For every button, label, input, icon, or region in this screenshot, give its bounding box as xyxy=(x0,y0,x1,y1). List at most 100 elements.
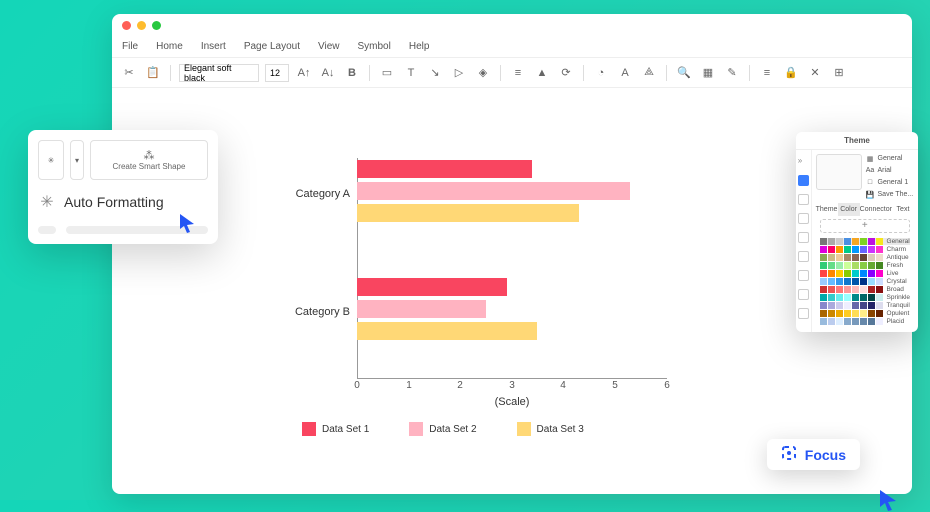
add-theme-button[interactable]: + xyxy=(820,219,910,233)
swatch-row[interactable]: General xyxy=(820,238,910,245)
menu-insert[interactable]: Insert xyxy=(201,41,226,52)
x-axis xyxy=(357,378,667,379)
theme-tab-text[interactable]: Text xyxy=(892,203,914,216)
tick: 4 xyxy=(560,380,566,391)
tick: 3 xyxy=(509,380,515,391)
menu-home[interactable]: Home xyxy=(156,41,183,52)
auto-formatting-popup: ✳ ▾ ⁂ Create Smart Shape ✳ Auto Formatti… xyxy=(28,130,218,244)
bar-a-3 xyxy=(357,204,579,222)
auto-formatting-label: Auto Formatting xyxy=(64,194,164,210)
side-box-icon[interactable] xyxy=(798,251,809,262)
spark-button[interactable]: ✳ xyxy=(38,140,64,180)
toolbar: ✂ 📋 Elegant soft black 12 A↑ A↓ B ▭ T ↘ … xyxy=(112,58,912,88)
layers-icon[interactable]: ◈ xyxy=(474,64,492,82)
theme-list-item[interactable]: ▦General xyxy=(866,154,914,163)
crop-icon[interactable]: ⟁ xyxy=(640,64,658,82)
theme-list-item[interactable]: □General 1 xyxy=(866,178,914,187)
text-icon[interactable]: T xyxy=(402,64,420,82)
grid-icon[interactable]: ▦ xyxy=(699,64,717,82)
menu-file[interactable]: File xyxy=(122,41,138,52)
theme-thumbnail[interactable] xyxy=(816,154,862,190)
close-dot[interactable] xyxy=(122,21,131,30)
bar-b-2 xyxy=(357,300,486,318)
theme-tab-color[interactable]: Color xyxy=(838,203,860,216)
tick: 5 xyxy=(612,380,618,391)
bar-b-1 xyxy=(357,278,507,296)
focus-button[interactable]: Focus xyxy=(767,439,860,470)
legend-item: Data Set 2 xyxy=(429,424,476,435)
menu-view[interactable]: View xyxy=(318,41,340,52)
side-fullscreen-icon[interactable] xyxy=(798,270,809,281)
swatch-row[interactable]: Charm xyxy=(820,246,910,253)
swatch-row[interactable]: Antique xyxy=(820,254,910,261)
lock-icon[interactable]: 🔒 xyxy=(782,64,800,82)
swatch-row[interactable]: Tranquil xyxy=(820,302,910,309)
pointer-icon[interactable]: ▷ xyxy=(450,64,468,82)
swatch-row[interactable]: Opulent xyxy=(820,310,910,317)
minimize-dot[interactable] xyxy=(137,21,146,30)
theme-title: Theme xyxy=(796,132,918,150)
canvas: Category A Category B 0 1 2 3 4 5 6 (Sca… xyxy=(112,88,912,494)
placeholder-pill xyxy=(38,226,56,234)
shape-icon[interactable]: ▭ xyxy=(378,64,396,82)
swatch-row[interactable]: Live xyxy=(820,270,910,277)
x-label: (Scale) xyxy=(495,396,530,408)
window-titlebar xyxy=(112,14,912,36)
swatch-row[interactable]: Fresh xyxy=(820,262,910,269)
menu-help[interactable]: Help xyxy=(409,41,430,52)
edit-icon[interactable]: ✎ xyxy=(723,64,741,82)
theme-tab-connector[interactable]: Connector xyxy=(860,203,892,216)
legend: Data Set 1 Data Set 2 Data Set 3 xyxy=(302,422,584,436)
theme-list-item[interactable]: AaArial xyxy=(866,166,914,175)
more-icon[interactable]: ⊞ xyxy=(830,64,848,82)
focus-icon xyxy=(781,445,797,464)
create-smart-shape-button[interactable]: ⁂ Create Smart Shape xyxy=(90,140,208,180)
swatch-row[interactable]: Sprinkle xyxy=(820,294,910,301)
search-icon[interactable]: 🔍 xyxy=(675,64,693,82)
clipboard-icon[interactable]: 📋 xyxy=(144,64,162,82)
menu-symbol[interactable]: Symbol xyxy=(358,41,391,52)
focus-label: Focus xyxy=(805,447,846,463)
close-icon[interactable]: ✕ xyxy=(806,64,824,82)
align-icon[interactable]: ≡ xyxy=(509,64,527,82)
bar-a-2 xyxy=(357,182,630,200)
tick: 2 xyxy=(457,380,463,391)
swatch-row[interactable]: Broad xyxy=(820,286,910,293)
options-icon[interactable]: ≡ xyxy=(758,64,776,82)
swatch-row[interactable]: Placid xyxy=(820,318,910,325)
color-a-icon[interactable]: A xyxy=(616,64,634,82)
font-increase-icon[interactable]: A↑ xyxy=(295,64,313,82)
spark-icon: ✳ xyxy=(38,192,56,212)
theme-list-item[interactable]: 💾Save The... xyxy=(866,190,914,199)
cut-icon[interactable]: ✂ xyxy=(120,64,138,82)
maximize-dot[interactable] xyxy=(152,21,161,30)
side-shape-icon[interactable] xyxy=(798,213,809,224)
menu-pagelayout[interactable]: Page Layout xyxy=(244,41,300,52)
legend-item: Data Set 1 xyxy=(322,424,369,435)
side-zoom-icon[interactable] xyxy=(798,308,809,319)
app-window: File Home Insert Page Layout View Symbol… xyxy=(112,14,912,494)
swatch-list: GeneralCharmAntiqueFreshLiveCrystalBroad… xyxy=(816,236,914,328)
swatch-row[interactable]: Crystal xyxy=(820,278,910,285)
legend-item: Data Set 3 xyxy=(537,424,584,435)
side-theme-icon[interactable] xyxy=(798,175,809,186)
group-icon[interactable]: ▲ xyxy=(533,64,551,82)
bold-icon[interactable]: B xyxy=(343,64,361,82)
fill-icon[interactable]: ◔ xyxy=(592,64,610,82)
dropdown-button[interactable]: ▾ xyxy=(70,140,84,180)
bar-b-3 xyxy=(357,322,537,340)
rotate-icon[interactable]: ⟳ xyxy=(557,64,575,82)
category-label: Category A xyxy=(296,188,350,200)
menubar: File Home Insert Page Layout View Symbol… xyxy=(112,36,912,58)
side-page-icon[interactable] xyxy=(798,232,809,243)
side-layer-icon[interactable] xyxy=(798,194,809,205)
font-decrease-icon[interactable]: A↓ xyxy=(319,64,337,82)
font-size-selector[interactable]: 12 xyxy=(265,64,289,82)
connector-icon[interactable]: ↘ xyxy=(426,64,444,82)
expand-icon[interactable]: » xyxy=(798,156,809,167)
theme-panel: Theme » ▦General AaArial □General 1 💾Sav… xyxy=(796,132,918,332)
side-cart-icon[interactable] xyxy=(798,289,809,300)
theme-sidebar: » xyxy=(796,150,812,332)
font-selector[interactable]: Elegant soft black xyxy=(179,64,259,82)
theme-tab-theme[interactable]: Theme xyxy=(816,203,838,216)
